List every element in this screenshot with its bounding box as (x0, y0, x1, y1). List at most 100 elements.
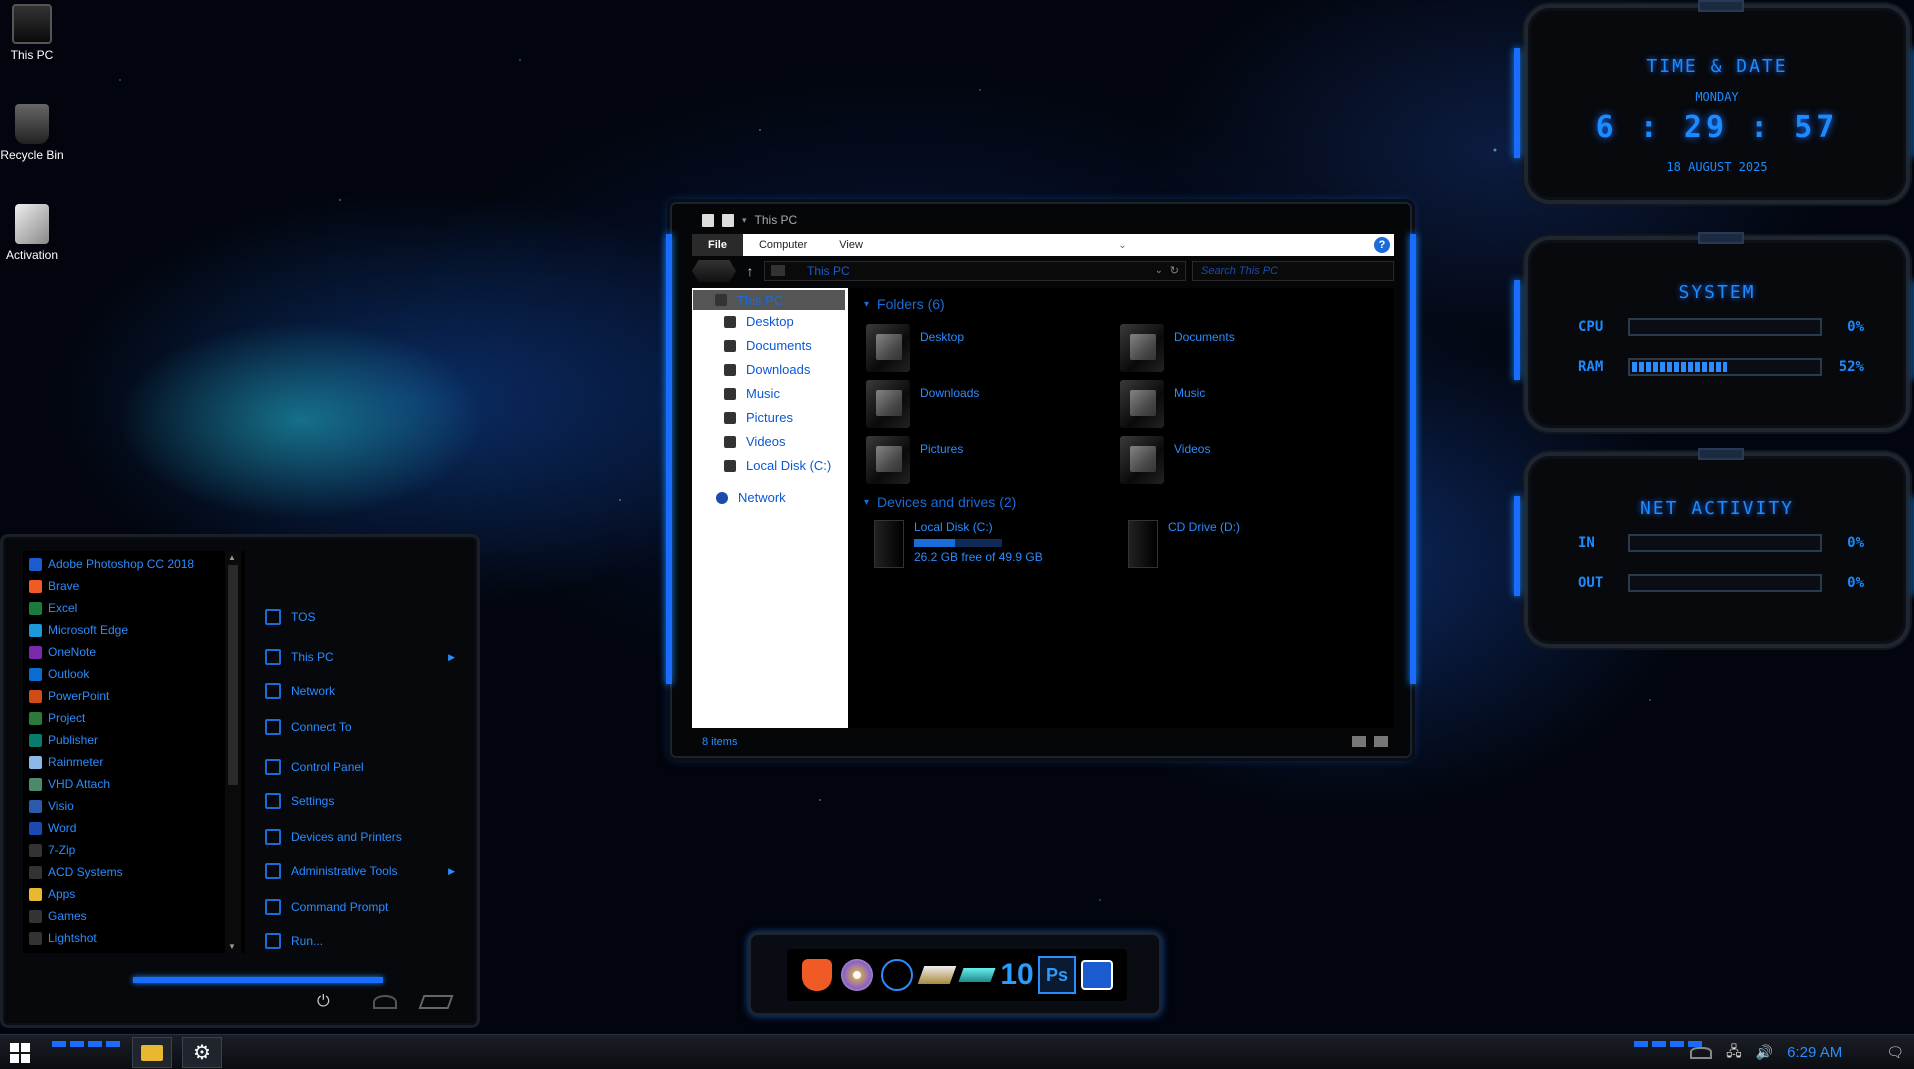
start-right-item[interactable]: Run... (265, 931, 455, 951)
nav-item-documents[interactable]: Documents (724, 338, 812, 353)
desktop-icon-this-pc[interactable]: This PC (0, 4, 64, 62)
nav-item-local-disk[interactable]: Local Disk (C:) (724, 458, 831, 473)
start-right-item[interactable]: Command Prompt (265, 897, 455, 917)
drives-group-header[interactable]: ▾ Devices and drives (2) (864, 494, 1016, 510)
dots-icon[interactable] (878, 956, 916, 994)
start-app-item[interactable]: Rainmeter (29, 753, 103, 771)
power-icon[interactable]: ⏻ (317, 993, 330, 1011)
usb-icon[interactable] (958, 956, 996, 994)
tab-file[interactable]: File (692, 234, 743, 256)
start-app-item[interactable]: Adobe Photoshop CC 2018 (29, 555, 194, 573)
folder-documents[interactable]: Documents (1120, 324, 1235, 372)
address-bar[interactable]: This PC ⌄ ↻ (764, 261, 1186, 281)
scroll-up-icon[interactable]: ▲ (228, 553, 236, 562)
details-view-icon[interactable] (1352, 736, 1366, 747)
start-right-item[interactable]: TOS (265, 607, 455, 627)
rog-emblem-icon[interactable] (418, 995, 454, 1009)
start-right-item[interactable]: This PC ▶ (265, 647, 455, 667)
network-icon[interactable]: 🖧 (1726, 1041, 1742, 1065)
start-right-item[interactable]: Network (265, 681, 455, 701)
folder-downloads[interactable]: Downloads (866, 380, 979, 428)
screenshot-icon[interactable] (1078, 956, 1116, 994)
clock-time[interactable]: 6:29 AM (1787, 1044, 1842, 1061)
start-right-item[interactable]: Settings (265, 791, 455, 811)
start-app-item[interactable]: Project (29, 709, 85, 727)
nav-item-desktop[interactable]: Desktop (724, 314, 794, 329)
taskbar-file-explorer[interactable] (132, 1037, 172, 1068)
chevron-down-icon[interactable]: ▾ (742, 215, 747, 226)
start-app-item[interactable]: Visio (29, 797, 74, 815)
meter-label: CPU (1578, 319, 1604, 335)
start-right-item[interactable]: Devices and Printers (265, 827, 455, 847)
start-right-item[interactable]: Administrative Tools ▶ (265, 861, 455, 881)
nav-item-music[interactable]: Music (724, 386, 780, 401)
desktop-icon-activation[interactable]: Activation (0, 204, 64, 262)
folder-pictures[interactable]: Pictures (866, 436, 963, 484)
start-app-item[interactable]: OneNote (29, 643, 96, 661)
back-forward-buttons[interactable] (692, 260, 736, 282)
menu-item-label: This PC (291, 650, 334, 664)
folder-desktop[interactable]: Desktop (866, 324, 964, 372)
app-list-scrollbar[interactable]: ▲ ▼ (225, 551, 241, 953)
up-arrow-icon[interactable]: ↑ (742, 263, 758, 279)
large-icons-view-icon[interactable] (1374, 736, 1388, 747)
start-app-item[interactable]: Publisher (29, 731, 98, 749)
scroll-thumb[interactable] (228, 565, 238, 785)
nav-item-downloads[interactable]: Downloads (724, 362, 810, 377)
nav-item-pictures[interactable]: Pictures (724, 410, 793, 425)
folder-videos[interactable]: Videos (1120, 436, 1210, 484)
dvd-icon[interactable] (838, 956, 876, 994)
start-app-item[interactable]: Lightshot (29, 929, 97, 947)
folder-music[interactable]: Music (1120, 380, 1205, 428)
scroll-down-icon[interactable]: ▼ (228, 942, 236, 951)
desktop-folder-icon (866, 324, 910, 372)
cpu-meter: CPU 0% (1578, 318, 1864, 336)
help-icon[interactable]: ? (1373, 237, 1390, 253)
volume-icon[interactable]: 🔊 (1756, 1044, 1773, 1061)
dock: 10 Ps (748, 932, 1162, 1016)
properties-icon[interactable] (702, 213, 714, 227)
clock: 6 : 29 : 57 (1595, 110, 1839, 145)
ribbon-expand-icon[interactable]: ⌄ (1118, 240, 1126, 251)
rog-tray-icon[interactable] (1690, 1046, 1713, 1059)
title-bar[interactable]: ▾ This PC (702, 210, 797, 230)
start-app-item[interactable]: PowerPoint (29, 687, 109, 705)
explorer-window[interactable]: ▾ This PC File Computer View ⌄ ? ↑ This … (666, 202, 1416, 758)
start-app-item[interactable]: VHD Attach (29, 775, 110, 793)
new-folder-icon[interactable] (722, 213, 734, 227)
start-app-item[interactable]: Games (29, 907, 87, 925)
rog-logo-icon[interactable] (373, 995, 397, 1009)
start-app-item[interactable]: Outlook (29, 665, 89, 683)
drive-local-disk[interactable]: Local Disk (C:) 26.2 GB free of 49.9 GB (874, 520, 1043, 568)
refresh-icon[interactable]: ↻ (1170, 262, 1179, 280)
windows10-icon[interactable]: 10 (998, 956, 1036, 994)
start-right-item[interactable]: Connect To (265, 717, 455, 737)
tab-view[interactable]: View (823, 234, 879, 256)
app-label: OneNote (48, 645, 97, 659)
start-button[interactable] (0, 1035, 40, 1069)
taskbar-settings[interactable]: ⚙ (182, 1037, 222, 1068)
start-app-item[interactable]: Microsoft Edge (29, 621, 128, 639)
start-app-item[interactable]: Apps (29, 885, 75, 903)
notification-icon[interactable]: 🗨 (1886, 1044, 1904, 1061)
folder-label: Downloads (920, 386, 980, 400)
search-input[interactable]: Search This PC (1192, 261, 1394, 281)
start-app-item[interactable]: Excel (29, 599, 77, 617)
folders-group-header[interactable]: ▾ Folders (6) (864, 296, 945, 312)
nav-item-videos[interactable]: Videos (724, 434, 786, 449)
address-dropdown-icon[interactable]: ⌄ (1155, 262, 1163, 280)
start-app-item[interactable]: Word (29, 819, 76, 837)
desktop-icon-recycle-bin[interactable]: Recycle Bin (0, 104, 64, 162)
tab-computer[interactable]: Computer (743, 234, 823, 256)
start-app-item[interactable]: 7-Zip (29, 841, 75, 859)
drive-cd[interactable]: CD Drive (D:) (1128, 520, 1240, 568)
drive-icon[interactable] (917, 956, 957, 994)
start-app-item[interactable]: ACD Systems (29, 863, 123, 881)
nav-item-this-pc[interactable]: This PC (693, 290, 845, 310)
nav-item-network[interactable]: Network (716, 490, 786, 505)
start-app-item[interactable]: Brave (29, 577, 79, 595)
start-right-item[interactable]: Control Panel (265, 757, 455, 777)
brave-icon[interactable] (798, 956, 836, 994)
photoshop-icon[interactable]: Ps (1038, 956, 1076, 994)
app-icon (29, 865, 42, 879)
